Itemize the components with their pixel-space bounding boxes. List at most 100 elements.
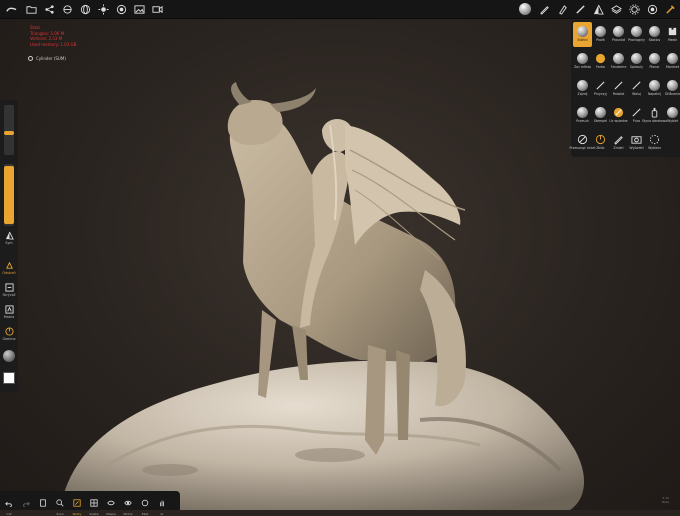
tool-button[interactable]: Pura bbox=[627, 103, 646, 128]
tool-sphere-icon bbox=[631, 52, 642, 64]
bottom-bar-item[interactable]: Cof bbox=[2, 492, 16, 516]
material-swatch[interactable] bbox=[3, 350, 15, 362]
tool-label: Stempel bbox=[593, 119, 608, 123]
tool-button[interactable]: Wybieł bbox=[663, 103, 680, 128]
bottom-bar-item[interactable]: Ar bbox=[155, 492, 169, 516]
left-item-0[interactable]: Odstraň bbox=[0, 260, 18, 275]
symmetry-icon[interactable] bbox=[591, 2, 605, 16]
logo-icon[interactable] bbox=[4, 2, 18, 16]
bottom-bar-item[interactable]: Ekst bbox=[138, 492, 152, 516]
paint-icon[interactable] bbox=[555, 2, 569, 16]
smudge-icon bbox=[613, 106, 625, 118]
tool-button[interactable]: Farba bbox=[591, 49, 610, 74]
sculpt-tools-panel: Stáhni Pložit Prosnáď Proniagniy Skotlov Mezi… bbox=[570, 20, 680, 157]
tool-sphere-icon bbox=[649, 52, 660, 64]
brush-icon[interactable] bbox=[573, 2, 587, 16]
tool-button[interactable]: Wybierz bbox=[645, 130, 664, 155]
pen-icon bbox=[613, 133, 625, 145]
folder-icon[interactable] bbox=[24, 2, 38, 16]
tool-label: Zajmij bbox=[577, 92, 588, 96]
tool-label: Podolst bbox=[612, 92, 625, 96]
stroke-icon bbox=[631, 79, 643, 91]
mask-icon bbox=[107, 492, 115, 511]
tool-button[interactable]: Stáhni bbox=[573, 22, 592, 47]
share-icon[interactable] bbox=[42, 2, 56, 16]
image-icon[interactable] bbox=[132, 2, 146, 16]
matcap-ball-icon[interactable] bbox=[519, 3, 531, 15]
tool-sphere-icon bbox=[595, 25, 607, 37]
gamma-icon bbox=[4, 326, 14, 336]
tool-button[interactable]: Ščišnanie bbox=[663, 76, 680, 101]
light-icon[interactable] bbox=[96, 2, 110, 16]
settings-icon[interactable] bbox=[627, 2, 641, 16]
tool-button[interactable]: Woluj bbox=[627, 76, 646, 101]
tool-button[interactable]: Mezik bbox=[663, 22, 680, 47]
tool-button[interactable]: Przesuń bbox=[573, 103, 592, 128]
tool-button[interactable]: Wyświetl bbox=[627, 130, 646, 155]
tool-label: Mezik bbox=[667, 38, 678, 42]
pen-icon[interactable] bbox=[537, 2, 551, 16]
tool-label: Woluj bbox=[632, 92, 641, 96]
symmetry-toggle[interactable]: Sym bbox=[0, 230, 18, 245]
tool-button[interactable]: Styna obrotowa bbox=[642, 103, 667, 128]
tool-sphere-icon bbox=[667, 52, 678, 64]
bottom-bar-label: Ekst bbox=[141, 512, 149, 516]
tool-button[interactable]: Przyczyj bbox=[591, 76, 610, 101]
radius-slider-handle[interactable] bbox=[4, 131, 14, 135]
tool-button[interactable]: Zmień bbox=[609, 130, 628, 155]
stroke-icon bbox=[613, 79, 625, 91]
tool-button[interactable]: Napelnij bbox=[645, 76, 664, 101]
tool-button[interactable]: Podolst bbox=[609, 76, 628, 101]
tool-button[interactable]: Montnet bbox=[663, 49, 680, 74]
intensity-slider[interactable] bbox=[4, 164, 14, 226]
tool-button[interactable]: Proniagniy bbox=[627, 22, 646, 47]
tool-button[interactable]: Pložit bbox=[591, 22, 610, 47]
radius-slider[interactable] bbox=[4, 105, 14, 155]
tool-button[interactable]: Przesunąć ciniet bbox=[570, 130, 596, 155]
left-item-1[interactable]: Skrývač bbox=[0, 282, 18, 297]
left-item-3[interactable]: Gamma bbox=[0, 326, 18, 341]
stats-overlay: Stats Triangles: 5.06 M Vertices: 2.53 M… bbox=[30, 25, 76, 47]
tool-button[interactable]: Zajmij bbox=[573, 76, 592, 101]
measure-icon bbox=[595, 133, 607, 145]
tool-sphere-icon bbox=[595, 106, 606, 118]
bottom-bar-item[interactable] bbox=[19, 492, 33, 512]
tool-button[interactable]: Zoc město bbox=[573, 49, 592, 74]
tool-label: Splosciy bbox=[629, 65, 644, 69]
tool-label: Skotlov bbox=[648, 38, 661, 42]
bottom-bar-item[interactable]: Siatka bbox=[87, 492, 101, 516]
tool-button[interactable]: Uc wsiedne bbox=[609, 103, 628, 128]
video-icon[interactable] bbox=[150, 2, 164, 16]
search-icon bbox=[56, 492, 64, 511]
left-side-panel: Sym Odstraň Skrývač Maska Gamma bbox=[0, 100, 18, 392]
transform-icon bbox=[577, 133, 589, 145]
bottom-bar-item[interactable]: Maska bbox=[104, 492, 118, 516]
tool-label: Stáhni bbox=[577, 38, 588, 42]
tool-button[interactable]: Prosnáď bbox=[609, 22, 628, 47]
material-icon[interactable] bbox=[114, 2, 128, 16]
bottom-bar-item[interactable]: Widok bbox=[121, 492, 135, 516]
bottom-bar-item[interactable]: Pedzy bbox=[70, 492, 84, 516]
tool-label: Uc wsiedne bbox=[609, 119, 628, 123]
globe-icon[interactable] bbox=[78, 2, 92, 16]
version-info: 3.15 Beta bbox=[662, 496, 669, 504]
color-swatch[interactable] bbox=[3, 372, 15, 384]
tool-button[interactable]: Smuterne bbox=[609, 49, 628, 74]
tool-button[interactable]: Zbiśc bbox=[591, 130, 610, 155]
tool-button[interactable]: Skotlov bbox=[645, 22, 664, 47]
tool-button[interactable]: Planar bbox=[645, 49, 664, 74]
layers-icon[interactable] bbox=[609, 2, 623, 16]
bottom-bar-item[interactable] bbox=[36, 492, 50, 512]
tool-button[interactable]: Splosciy bbox=[627, 49, 646, 74]
gear-icon[interactable] bbox=[645, 2, 659, 16]
tools-icon[interactable] bbox=[663, 2, 677, 16]
camera-icon bbox=[631, 133, 643, 145]
tool-sphere-icon bbox=[667, 106, 678, 118]
spray-icon bbox=[649, 106, 661, 118]
scene-icon[interactable] bbox=[60, 2, 74, 16]
bottom-bar-item[interactable]: Scen bbox=[53, 492, 67, 516]
active-mesh[interactable]: Cylinder (SUM) bbox=[28, 56, 66, 61]
hide-icon bbox=[4, 282, 14, 292]
left-item-2[interactable]: Maska bbox=[0, 304, 18, 319]
tool-button[interactable]: Stempel bbox=[591, 103, 610, 128]
